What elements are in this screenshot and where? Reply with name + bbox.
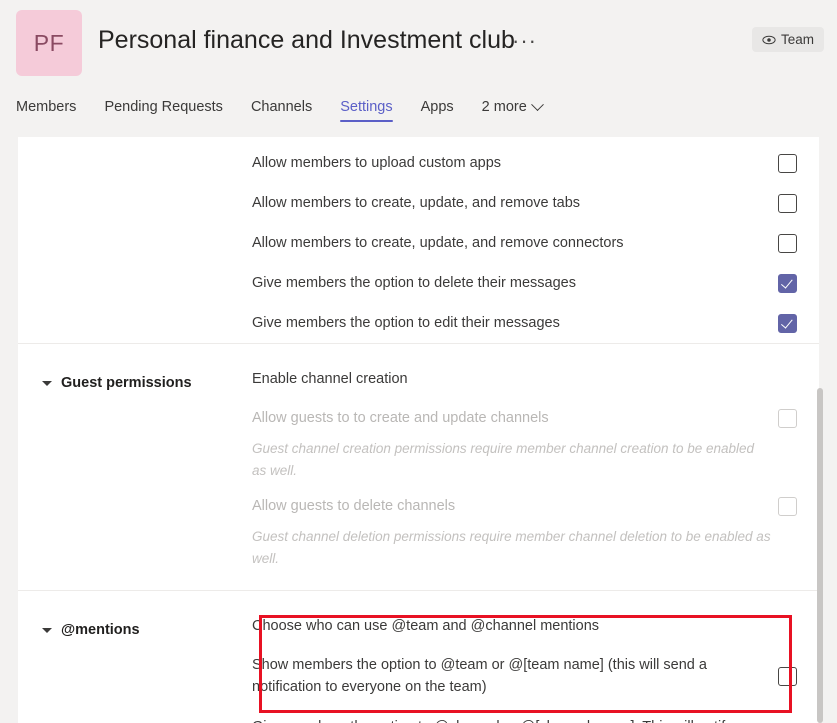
tab-apps[interactable]: Apps [421,95,454,124]
section-mentions: @mentions Choose who can use @team and @… [18,591,819,723]
caret-down-icon [42,380,52,386]
option-helper-text: Guest channel creation permissions requi… [252,441,755,478]
tab-label: 2 more [481,99,527,115]
tab-pending-requests[interactable]: Pending Requests [104,95,223,124]
option-label: Allow guests to to create and update cha… [252,410,549,426]
team-badge-label: Team [780,32,814,47]
tab-channels[interactable]: Channels [251,95,312,124]
option-row: Allow guests to delete channels [252,486,797,526]
option-label: Give members the option to delete their … [252,275,576,291]
option-row: Give members the option to delete their … [252,263,797,303]
eye-icon [762,33,776,47]
option-label: Allow guests to delete channels [252,498,456,514]
option-label: Give members the option to edit their me… [252,315,560,331]
mentions-options: Choose who can use @team and @channel me… [252,605,819,723]
checkbox-guest-delete-channels [778,496,797,516]
avatar-initials: PF [33,29,65,56]
section-toggle-mentions[interactable]: @mentions [42,622,252,638]
option-row: Show members the option to @team or @[te… [252,645,797,707]
settings-scrollbar-thumb[interactable] [817,388,823,723]
checkbox-delete-messages[interactable] [778,273,797,293]
mentions-header: @mentions [18,605,252,723]
chevron-down-icon [530,97,544,111]
team-more-options-icon[interactable]: ··· [512,28,537,54]
option-label: Allow members to upload custom apps [252,155,502,171]
mentions-subheading: Choose who can use @team and @channel me… [252,617,600,634]
option-helper-text: Guest channel deletion permissions requi… [252,529,771,566]
option-label: Give members the option to @channel or @… [252,716,760,723]
section-toggle-guest-permissions[interactable]: Guest permissions [42,375,252,391]
settings-content: Allow members to upload custom apps Allo… [18,137,819,723]
option-row: Give members the option to @channel or @… [252,707,797,723]
checkbox-manage-connectors[interactable] [778,233,797,253]
tab-label: Channels [250,99,313,115]
checkbox-upload-custom-apps[interactable] [778,153,797,173]
checkbox-guest-create-update-channels [778,408,797,428]
caret-down-icon [42,627,52,633]
team-avatar: PF [16,10,82,76]
tab-label: Settings [340,99,393,115]
member-permission-options: Allow members to upload custom apps Allo… [252,137,819,343]
option-row: Allow members to create, update, and rem… [252,183,797,223]
tab-label: Pending Requests [104,99,223,115]
checkbox-team-mentions[interactable] [778,666,797,686]
guest-permission-options: Enable channel creation Allow guests to … [252,358,819,574]
option-row: Allow guests to to create and update cha… [252,398,797,438]
option-row: Allow members to create, update, and rem… [252,223,797,263]
guest-subheading: Enable channel creation [252,370,408,387]
tab-members[interactable]: Members [16,95,76,124]
team-visibility-badge[interactable]: Team [751,27,824,52]
option-label: Allow members to create, update, and rem… [252,235,624,251]
option-row: Allow members to upload custom apps [252,143,797,183]
section-guest-permissions: Guest permissions Enable channel creatio… [18,344,819,590]
section-title: Guest permissions [61,375,192,391]
option-row: Give members the option to edit their me… [252,303,797,343]
checkbox-edit-messages[interactable] [778,313,797,333]
tab-label: Apps [420,99,454,115]
section-title: @mentions [61,622,140,638]
tab-settings[interactable]: Settings [340,95,394,124]
option-label: Show members the option to @team or @[te… [252,657,707,695]
page-title: Personal finance and Investment club [98,26,515,54]
tab-more-overflow[interactable]: 2 more [481,95,544,124]
page-header: PF Personal finance and Investment club … [0,0,837,95]
tab-label: Members [16,99,77,115]
tab-bar: Members Pending Requests Channels Settin… [0,95,837,133]
section-member-permissions: Allow members to upload custom apps Allo… [18,137,819,343]
section-left-spacer [18,137,252,343]
guest-permissions-header: Guest permissions [18,358,252,574]
option-label: Allow members to create, update, and rem… [252,195,581,211]
checkbox-manage-tabs[interactable] [778,193,797,213]
